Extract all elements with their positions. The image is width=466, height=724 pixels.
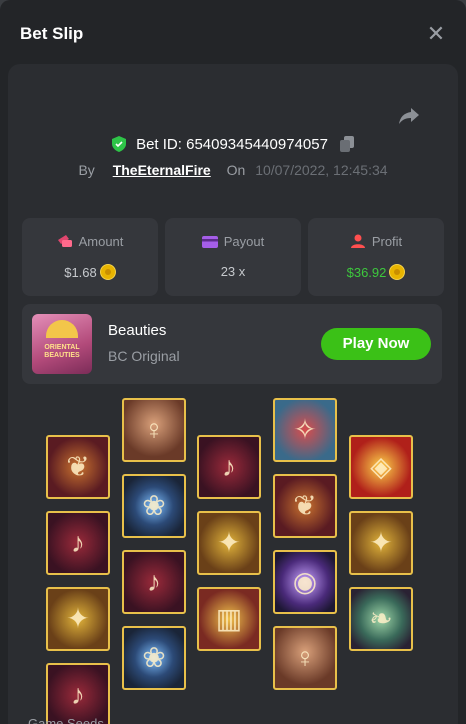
- ring-symbol: ◉: [273, 550, 337, 614]
- game-provider: BC Original: [108, 348, 180, 364]
- payout-label-row: Payout: [165, 234, 301, 249]
- comb-icon: ▥: [215, 603, 243, 634]
- ring-icon: ◉: [292, 566, 318, 597]
- comb-symbol: ▥: [197, 587, 261, 651]
- game-card: ORIENTAL BEAUTIES Beauties BC Original P…: [22, 304, 442, 384]
- play-now-button[interactable]: Play Now: [321, 328, 431, 360]
- lady-symbol: ♀: [122, 398, 186, 462]
- bet-id-text: Bet ID: 65409345440974057: [136, 136, 328, 153]
- payout-card: Payout 23 x: [165, 218, 301, 296]
- bet-slip-modal: Bet Slip ✕ Bet ID: 65409345440974057 By …: [0, 0, 466, 724]
- amount-card: Amount $1.68: [22, 218, 158, 296]
- profit-value-row: $36.92: [308, 264, 444, 280]
- payout-value: 23 x: [220, 264, 246, 279]
- lotus-icon: ❀: [142, 642, 166, 673]
- gold-symbol: ◈: [349, 435, 413, 499]
- pipa-symbol: ♪: [122, 550, 186, 614]
- hairpin-icon: ✦: [217, 527, 241, 558]
- amount-value: $1.68: [64, 265, 97, 280]
- pipa-icon: ♪: [222, 451, 236, 482]
- bet-datetime: 10/07/2022, 12:45:34: [255, 162, 388, 178]
- fan-symbol: ✧: [273, 398, 337, 462]
- hairpin-symbol: ✦: [46, 587, 110, 651]
- payout-icon: [201, 236, 218, 248]
- lady-symbol: ♀: [273, 626, 337, 690]
- amount-label-row: Amount: [22, 234, 158, 249]
- scroll-symbol: ❦: [46, 435, 110, 499]
- pipa-icon: ♪: [71, 527, 85, 558]
- pipa-symbol: ♪: [197, 435, 261, 499]
- coin-icon: [99, 264, 116, 280]
- fan-graphic: [46, 320, 78, 338]
- lady-icon: ♀: [294, 642, 316, 673]
- modal-title: Bet Slip: [20, 24, 84, 43]
- seeds-section-label: Game Seeds: [28, 716, 104, 724]
- coin-icon: [389, 264, 406, 280]
- close-icon[interactable]: ✕: [426, 23, 446, 45]
- modal-header: Bet Slip ✕: [0, 0, 466, 64]
- bet-owner-row: By TheEternalFire On 10/07/2022, 12:45:3…: [8, 162, 458, 178]
- scroll-icon: ❦: [66, 451, 90, 482]
- amount-label: Amount: [78, 234, 124, 249]
- lady-icon: ♀: [143, 414, 165, 445]
- copy-icon[interactable]: [340, 136, 355, 152]
- amount-icon: [57, 235, 72, 247]
- gold-icon: ◈: [370, 451, 392, 482]
- username-link[interactable]: TheEternalFire: [113, 162, 211, 178]
- hairpin-symbol: ✦: [349, 511, 413, 575]
- by-label: By: [78, 162, 95, 178]
- lotus-symbol: ❀: [122, 474, 186, 538]
- bet-id-row: Bet ID: 65409345440974057: [8, 136, 458, 153]
- amount-value-row: $1.68: [22, 264, 158, 280]
- profit-label: Profit: [371, 234, 403, 249]
- hairpin-icon: ✦: [369, 527, 393, 558]
- pipa-symbol: ♪: [46, 511, 110, 575]
- lotus-symbol: ❀: [122, 626, 186, 690]
- pipa-icon: ♪: [147, 566, 161, 597]
- on-label: On: [226, 162, 246, 178]
- profit-card: Profit $36.92: [308, 218, 444, 296]
- profit-value: $36.92: [346, 265, 387, 280]
- hairpin-icon: ✦: [66, 603, 90, 634]
- lotus-icon: ❀: [142, 490, 166, 521]
- jade-symbol: ❧: [349, 587, 413, 651]
- payout-label: Payout: [223, 234, 265, 249]
- scroll-symbol: ❦: [273, 474, 337, 538]
- pipa-symbol: ♪: [46, 663, 110, 724]
- jade-icon: ❧: [369, 603, 393, 634]
- game-name: Beauties: [108, 322, 167, 339]
- game-thumbnail[interactable]: ORIENTAL BEAUTIES: [32, 314, 92, 374]
- scroll-icon: ❦: [293, 490, 317, 521]
- verified-shield-icon: [111, 136, 126, 152]
- fan-icon: ✧: [293, 414, 317, 445]
- hairpin-symbol: ✦: [197, 511, 261, 575]
- profit-label-row: Profit: [308, 234, 444, 249]
- share-icon[interactable]: [398, 106, 420, 126]
- thumbnail-title: ORIENTAL BEAUTIES: [44, 344, 80, 359]
- profit-icon: [350, 234, 365, 248]
